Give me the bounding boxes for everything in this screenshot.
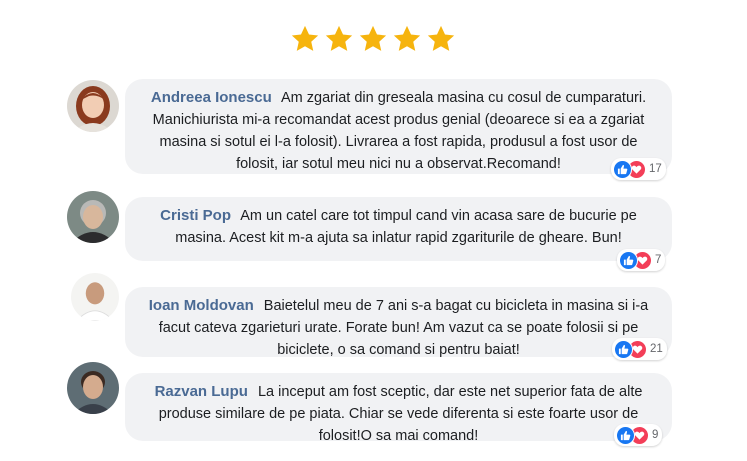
like-icon <box>616 425 635 445</box>
review-text: Am un catel care tot timpul cand vin aca… <box>175 208 637 246</box>
avatar[interactable] <box>67 191 119 243</box>
reviewer-name[interactable]: Razvan Lupu <box>155 383 248 400</box>
reaction-summary[interactable]: 21 <box>612 338 667 360</box>
like-icon <box>614 339 633 359</box>
avatar-man-icon <box>71 273 119 321</box>
avatar-man-icon <box>67 191 119 243</box>
comment-bubble: Razvan Lupu La inceput am fost sceptic, … <box>125 373 672 444</box>
reaction-summary[interactable]: 9 <box>614 424 663 446</box>
reaction-count: 21 <box>650 343 663 355</box>
reaction-summary[interactable]: 17 <box>611 158 666 180</box>
star-icon <box>325 25 353 51</box>
star-icon <box>393 25 421 51</box>
reaction-count: 17 <box>649 163 662 175</box>
comment-bubble: Andreea Ionescu Am zgariat din greseala … <box>125 79 672 174</box>
avatar[interactable] <box>67 362 119 414</box>
reaction-summary[interactable]: 7 <box>617 249 666 271</box>
avatar[interactable] <box>71 273 119 321</box>
star-rating <box>290 24 456 54</box>
reaction-count: 7 <box>655 254 662 266</box>
avatar-woman-icon <box>67 80 119 132</box>
like-icon <box>613 159 632 179</box>
reviewer-name[interactable]: Cristi Pop <box>160 207 231 224</box>
reviewer-name[interactable]: Ioan Moldovan <box>149 297 254 314</box>
star-icon <box>291 25 319 51</box>
like-icon <box>619 250 638 270</box>
reviewer-name[interactable]: Andreea Ionescu <box>151 89 272 106</box>
avatar[interactable] <box>67 80 119 132</box>
comment-bubble: Cristi Pop Am un catel care tot timpul c… <box>125 197 672 261</box>
star-icon <box>427 25 455 51</box>
comment-bubble: Ioan Moldovan Baietelul meu de 7 ani s-a… <box>125 287 672 358</box>
avatar-man-icon <box>67 362 119 414</box>
star-icon <box>359 25 387 51</box>
reaction-count: 9 <box>652 429 659 441</box>
